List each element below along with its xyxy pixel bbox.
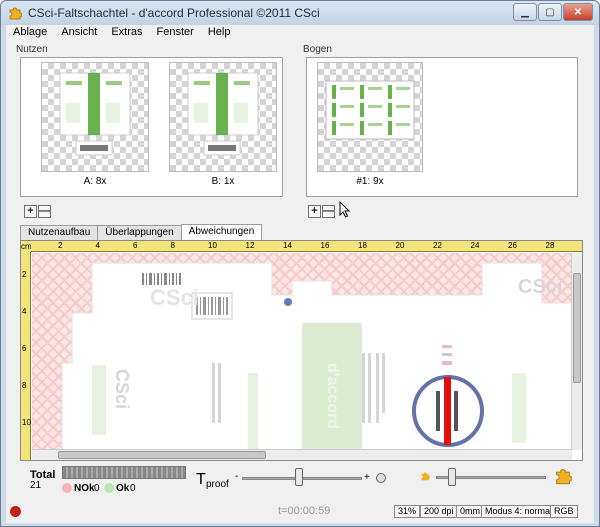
menu-bar: Ablage Ansicht Extras Fenster Help — [6, 25, 594, 41]
title-bar: CSci-Faltschachtel - d'accord Profession… — [1, 1, 599, 25]
menu-ansicht[interactable]: Ansicht — [54, 25, 104, 41]
ok-label: Ok — [116, 483, 130, 494]
bogen-panel: #1: 9x — [306, 57, 578, 197]
deviation-viewer: cm 2 4 6 8 10 12 14 16 18 20 22 24 26 28 2 4 6 8 10 — [20, 240, 583, 461]
ruler-top-tick: 10 — [208, 241, 217, 250]
bogen-remove-button[interactable]: — — [322, 205, 335, 218]
window-title: CSci-Faltschachtel - d'accord Profession… — [28, 6, 320, 20]
tab-ueberlappungen[interactable]: Überlappungen — [97, 225, 182, 241]
menu-fenster[interactable]: Fenster — [150, 25, 201, 41]
sheet-preview — [325, 80, 415, 140]
ruler-left-tick: 4 — [22, 307, 27, 316]
nutzen-thumbnail-a[interactable] — [41, 62, 149, 172]
ruler-top-tick: 4 — [95, 241, 100, 250]
ruler-left-tick: 2 — [22, 270, 27, 279]
tproof-slider-thumb[interactable] — [295, 468, 303, 486]
puzzle-small-icon — [421, 472, 430, 481]
nutzen-caption-a: A: 8x — [83, 176, 107, 187]
timer: t=00:00:59 — [278, 505, 331, 517]
minimize-button[interactable]: ▁ — [513, 3, 537, 21]
application-window: CSci-Faltschachtel - d'accord Profession… — [0, 0, 600, 527]
box-artwork-preview — [59, 72, 131, 156]
nok-value: 0 — [94, 483, 100, 494]
client-area: Ablage Ansicht Extras Fenster Help Nutze… — [6, 25, 594, 523]
menu-help[interactable]: Help — [201, 25, 238, 41]
brand-text-vertical: d'accord — [324, 363, 341, 429]
tab-nutzenaufbau[interactable]: Nutzenaufbau — [20, 225, 99, 241]
status-mode: Modus 4: normal — [481, 505, 557, 518]
box-artwork-preview — [187, 72, 259, 156]
brand-text-top: CSci — [150, 285, 199, 310]
ruler-top-tick: 16 — [320, 241, 330, 250]
status-colorspace: RGB — [550, 505, 578, 518]
ruler-top-tick: 20 — [395, 241, 405, 250]
ruler-left: 2 4 6 8 10 — [21, 252, 31, 460]
tproof-minus[interactable]: - — [235, 471, 238, 482]
nutzen-remove-button[interactable]: — — [38, 205, 51, 218]
ok-value: 0 — [130, 483, 136, 494]
nok-label: NOk — [74, 483, 95, 494]
menu-ablage[interactable]: Ablage — [6, 25, 54, 41]
bogen-add-button[interactable]: + — [308, 205, 321, 218]
ruler-top-tick: 6 — [133, 241, 138, 250]
view-tabs: Nutzenaufbau Überlappungen Abweichungen — [20, 224, 263, 241]
ruler-unit: cm — [21, 241, 32, 252]
ok-indicator — [104, 483, 114, 493]
ruler-top-tick: 24 — [470, 241, 480, 250]
nutzen-caption-b: B: 1x — [211, 176, 235, 187]
tab-abweichungen[interactable]: Abweichungen — [180, 224, 263, 241]
nok-indicator — [62, 483, 72, 493]
minimize-icon: ▁ — [521, 6, 529, 18]
ruler-top-tick: 22 — [433, 241, 442, 250]
ruler-top-tick: 26 — [508, 241, 517, 250]
status-dpi: 200 dpi — [420, 505, 458, 518]
mouse-cursor-icon — [339, 201, 351, 218]
brand-text-right: CSci — [518, 276, 562, 298]
bogen-label: Bogen — [303, 44, 332, 55]
horizontal-scrollbar[interactable] — [32, 449, 572, 460]
ruler-top-tick: 2 — [58, 241, 63, 250]
vertical-scroll-thumb[interactable] — [573, 273, 581, 383]
artwork-canvas[interactable]: CSci CSci d'accord CSci — [32, 253, 572, 453]
tproof-sub: proof — [206, 479, 229, 490]
nutzen-panel: A: 8x B: 1x — [20, 57, 283, 197]
ruler-left-tick: 8 — [22, 381, 27, 390]
puzzle-large-icon — [556, 469, 572, 485]
maximize-button[interactable]: ▢ — [538, 3, 562, 21]
deviation-histogram — [62, 466, 186, 479]
close-button[interactable]: ✕ — [563, 3, 593, 21]
status-offset: 0mm — [456, 505, 484, 518]
bogen-thumbnail[interactable] — [317, 62, 423, 172]
nutzen-add-button[interactable]: + — [24, 205, 37, 218]
bogen-caption: #1: 9x — [356, 176, 384, 187]
reset-icon[interactable] — [376, 473, 386, 483]
record-indicator — [10, 506, 21, 517]
ruler-left-tick: 10 — [22, 418, 31, 427]
tproof-label: T — [196, 471, 206, 488]
ruler-top-tick: 12 — [245, 241, 255, 250]
ruler-top-tick: 14 — [283, 241, 292, 250]
vertical-scrollbar[interactable] — [571, 253, 582, 450]
nutzen-thumbnail-b[interactable] — [169, 62, 277, 172]
artwork-svg: CSci CSci d'accord CSci — [61, 262, 572, 453]
ruler-top-tick: 18 — [358, 241, 367, 250]
maximize-icon: ▢ — [545, 6, 555, 18]
menu-extras[interactable]: Extras — [104, 25, 149, 41]
horizontal-scroll-thumb[interactable] — [58, 451, 266, 459]
zoom-slider-thumb[interactable] — [448, 468, 456, 486]
nutzen-label: Nutzen — [16, 44, 48, 55]
ruler-top: 2 4 6 8 10 12 14 16 18 20 22 24 26 28 — [31, 241, 582, 252]
app-puzzle-icon — [9, 7, 22, 20]
brand-text-side: CSci — [112, 369, 132, 409]
close-icon: ✕ — [573, 6, 583, 18]
ruler-top-tick: 28 — [545, 241, 555, 250]
ruler-left-tick: 6 — [22, 344, 27, 353]
tproof-plus[interactable]: + — [364, 472, 370, 483]
status-zoom: 31% — [394, 505, 421, 518]
ruler-top-tick: 8 — [170, 241, 175, 250]
total-value: 21 — [30, 480, 42, 491]
bottom-controls: Total 21 NOk 0 Ok 0 T proof - + t=00:00:… — [6, 463, 594, 523]
